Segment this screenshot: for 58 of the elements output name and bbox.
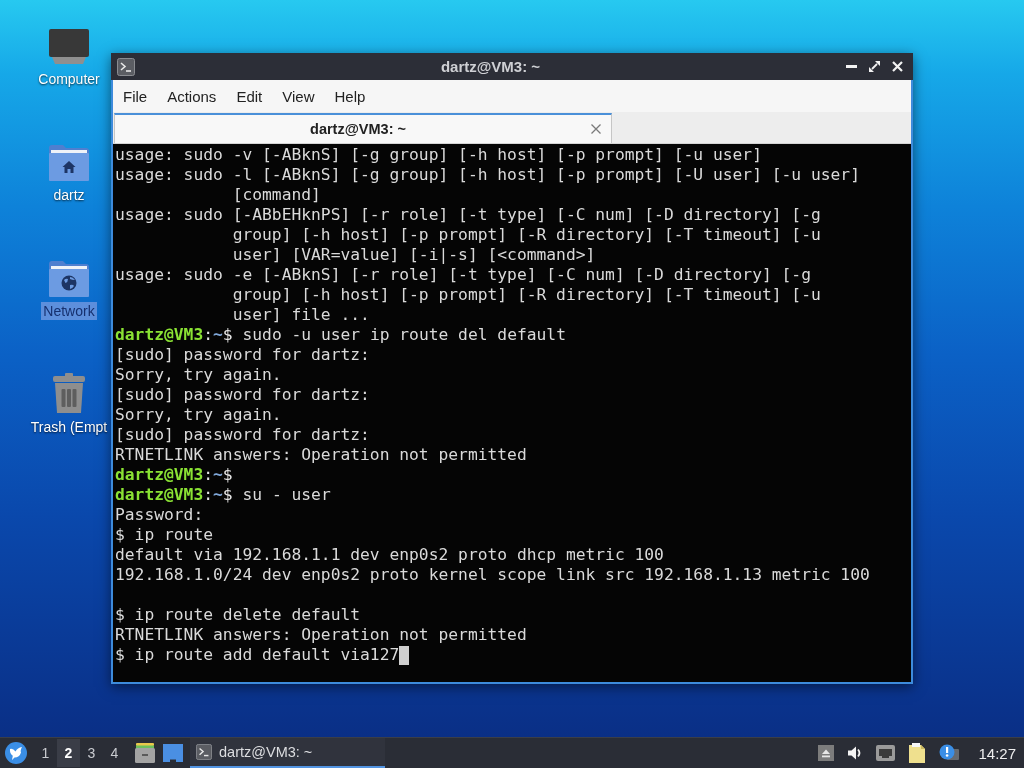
terminal-output-line: RTNETLINK answers: Operation not permitted xyxy=(115,625,527,645)
terminal-output-line: usage: sudo [-ABbEHknPS] [-r role] [-t type] [-C num] [-D directory] [-g xyxy=(115,205,821,225)
file-cabinet-icon[interactable] xyxy=(135,743,155,763)
command-input-text: $ ip route add default via127 xyxy=(115,645,400,665)
shell-prompt: dartz@VM3:~$ xyxy=(115,325,233,345)
shell-prompt: dartz@VM3:~$ xyxy=(115,485,233,505)
terminal-tab[interactable]: dartz@VM3: ~ xyxy=(114,113,612,143)
window-icon[interactable] xyxy=(163,744,183,762)
menu-item[interactable]: File xyxy=(113,82,158,110)
terminal-output-line: group] [-h host] [-p prompt] [-R directory] [-T timeout] [-u xyxy=(232,225,821,245)
terminal-output-line: user] [VAR=value] [-i|-s] [<command>] xyxy=(232,245,596,265)
menu-item[interactable]: View xyxy=(272,82,325,110)
terminal-output-line: [command] xyxy=(232,185,321,205)
eject-icon[interactable] xyxy=(818,745,835,761)
workspace-button[interactable]: 4 xyxy=(103,739,126,767)
exclamation-alert-icon[interactable] xyxy=(939,744,960,762)
terminal-output-line: usage: sudo -v [-ABknS] [-g group] [-h host] [-p prompt] [-u user] xyxy=(115,145,762,165)
menu-item[interactable]: Help xyxy=(324,82,376,110)
terminal-output-line: usage: sudo -l [-ABknS] [-g group] [-h host] [-p prompt] [-U user] [-u user] xyxy=(115,165,860,185)
workspace-button[interactable]: 3 xyxy=(80,739,103,767)
bird-logo-icon[interactable] xyxy=(5,742,27,764)
terminal-output-line: default via 192.168.1.1 dev enp0s2 proto dhcp metric 100 xyxy=(115,545,664,565)
workspace-button[interactable]: 1 xyxy=(34,739,57,767)
terminal-output-line: [sudo] password for dartz: xyxy=(115,345,370,365)
desktop-icon-label[interactable]: Network xyxy=(41,302,97,320)
ethernet-port-icon[interactable] xyxy=(876,745,896,761)
menu-item[interactable]: Actions xyxy=(157,82,227,110)
command-text: sudo -u user ip route del default xyxy=(242,325,566,345)
terminal-output-line: [sudo] password for dartz: xyxy=(115,425,370,445)
monitor-icon[interactable] xyxy=(49,29,89,65)
clock: 14:27 xyxy=(978,744,1017,762)
terminal-output-line: $ ip route delete default xyxy=(115,605,361,625)
taskbar-window-button[interactable]: dartz@VM3: ~ xyxy=(190,738,385,768)
notepad-icon[interactable] xyxy=(908,743,927,763)
terminal-output-line: [sudo] password for dartz: xyxy=(115,385,370,405)
shell-prompt: dartz@VM3:~$ xyxy=(115,465,233,485)
maximize-icon[interactable] xyxy=(869,61,880,72)
desktop-icon-label[interactable]: dartz xyxy=(51,186,87,204)
command-text: su - user xyxy=(242,485,331,505)
window-title: dartz@VM3: ~ xyxy=(439,58,542,75)
text-cursor-icon xyxy=(399,645,410,665)
terminal-output-line: Password: xyxy=(115,505,204,525)
terminal-output-line: group] [-h host] [-p prompt] [-R directory] [-T timeout] [-u xyxy=(232,285,821,305)
menu-item[interactable]: Edit xyxy=(226,82,273,110)
globe-folder-icon[interactable] xyxy=(49,259,89,297)
terminal-output-line: usage: sudo -e [-ABknS] [-r role] [-t type] [-C num] [-D directory] [-g xyxy=(115,265,811,285)
terminal-output-line: RTNETLINK answers: Operation not permitted xyxy=(115,445,527,465)
terminal-output-line: user] file ... xyxy=(232,305,370,325)
terminal-output-line: Sorry, try again. xyxy=(115,405,282,425)
terminal-output-line: 192.168.1.0/24 dev enp0s2 proto kernel scope link src 192.168.1.13 metric 100 xyxy=(115,565,870,585)
terminal-icon xyxy=(196,744,212,760)
home-folder-icon[interactable] xyxy=(49,143,89,181)
workspace-button[interactable]: 2 xyxy=(57,739,80,767)
terminal-output-line: $ ip route xyxy=(115,525,214,545)
terminal-area[interactable] xyxy=(113,144,911,682)
terminal-icon xyxy=(117,57,135,76)
desktop-icon-label[interactable]: Trash (Empt xyxy=(28,418,110,436)
terminal-output-line: Sorry, try again. xyxy=(115,365,282,385)
